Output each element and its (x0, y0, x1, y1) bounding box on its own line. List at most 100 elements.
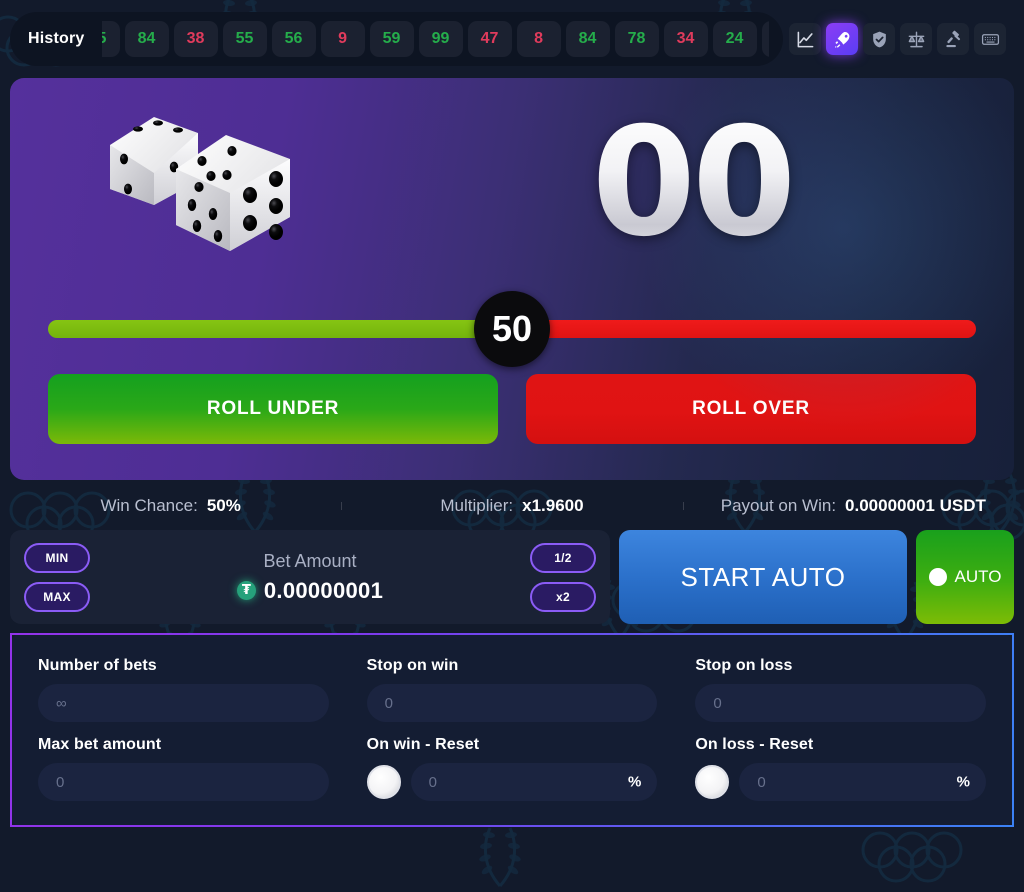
bet-max-button[interactable]: MAX (24, 581, 90, 612)
field-stop-on-win: Stop on win (366, 657, 658, 722)
field-max-bet-amount: Max bet amount (38, 736, 329, 801)
on-win-percent-wrap: % (410, 763, 658, 801)
panel-top-row: 00 (10, 78, 1014, 288)
scales-icon-button[interactable] (900, 23, 932, 55)
stat-payout-on-win: Payout on Win: 0.00000001 USDT (682, 496, 1024, 516)
field-on-win-reset: On win - Reset % (366, 736, 658, 801)
bet-amount-center: Bet Amount ₮ 0.00000001 (100, 551, 520, 604)
history-chip: 9 (320, 21, 365, 57)
history-chip: 8 (516, 21, 561, 57)
history-chip: 75 (101, 21, 120, 57)
history-chip: 38 (173, 21, 218, 57)
auto-toggle-button[interactable]: AUTO (916, 530, 1014, 624)
keyboard-icon (981, 33, 999, 45)
field-label: On win - Reset (366, 736, 480, 753)
bet-multiplier-group: 1/2 x2 (530, 542, 596, 612)
stats-bar: Win Chance: 50% Multiplier: x1.9600 Payo… (0, 482, 1024, 530)
autobet-settings-panel: Number of bets Stop on win Stop on loss … (10, 633, 1014, 827)
history-chip: 24 (712, 21, 757, 57)
bet-row: MIN MAX Bet Amount ₮ 0.00000001 1/2 x2 S… (0, 530, 1024, 624)
on-loss-percent-input[interactable] (739, 763, 986, 801)
field-label: On loss - Reset (695, 736, 814, 753)
on-win-percent-sign: % (627, 773, 642, 791)
on-loss-reset-toggle[interactable] (695, 765, 730, 799)
gavel-icon (945, 30, 960, 47)
field-number-of-bets: Number of bets (38, 657, 329, 722)
gavel-icon-button[interactable] (937, 23, 969, 55)
history-bar[interactable]: History 7584385556959994788478342463 (10, 12, 783, 66)
history-chip: 84 (565, 21, 610, 57)
game-panel: 00 50 ROLL UNDER ROLL OVER (10, 78, 1014, 480)
bet-amount-value[interactable]: 0.00000001 (264, 578, 383, 604)
history-chip: 84 (124, 21, 169, 57)
history-chip: 56 (271, 21, 316, 57)
bet-min-max-group: MIN MAX (24, 542, 90, 612)
field-on-loss-reset: On loss - Reset % (695, 736, 986, 801)
roll-under-button[interactable]: ROLL UNDER (48, 374, 498, 444)
on-loss-percent-sign: % (956, 773, 970, 791)
slider-knob[interactable]: 50 (474, 291, 550, 367)
field-label: Stop on loss (695, 657, 793, 674)
stat-label: Payout on Win: (720, 496, 837, 515)
slider-track[interactable]: 50 (48, 291, 976, 367)
shield-check-icon-button[interactable] (863, 23, 895, 55)
history-chip: 47 (467, 21, 512, 57)
stop-on-win-input[interactable] (366, 684, 658, 722)
stat-multiplier: Multiplier: x1.9600 (341, 496, 682, 516)
roll-over-button[interactable]: ROLL OVER (526, 374, 976, 444)
auto-label: AUTO (954, 567, 1002, 586)
shield-check-icon (872, 31, 886, 47)
rocket-icon (834, 31, 849, 48)
stat-value: x1.9600 (522, 496, 584, 515)
history-chip-list: 7584385556959994788478342463 (101, 21, 769, 57)
bet-half-button[interactable]: 1/2 (530, 542, 596, 573)
result-display: 00 (400, 108, 984, 258)
on-win-percent-input[interactable] (410, 763, 658, 801)
slider-value: 50 (491, 308, 533, 349)
max-bet-amount-input[interactable] (38, 763, 329, 801)
on-loss-percent-wrap: % (739, 763, 986, 801)
bet-amount-label: Bet Amount (263, 550, 357, 571)
chart-line-icon-button[interactable] (789, 23, 821, 55)
autobet-grid: Number of bets Stop on win Stop on loss … (38, 657, 986, 801)
bet-double-button[interactable]: x2 (530, 581, 596, 612)
history-chip: 63 (761, 21, 769, 57)
history-chip: 55 (222, 21, 267, 57)
field-label: Max bet amount (38, 736, 162, 753)
slider-left-green (48, 320, 512, 338)
header-bar: History 7584385556959994788478342463 (0, 0, 1024, 78)
usdt-coin-icon: ₮ (236, 581, 256, 600)
on-win-reset-toggle[interactable] (366, 765, 401, 799)
keyboard-icon-button[interactable] (974, 23, 1006, 55)
stop-on-loss-input[interactable] (695, 684, 986, 722)
history-chip: 78 (614, 21, 659, 57)
history-chip: 34 (663, 21, 708, 57)
result-number: 00 (591, 96, 797, 270)
stat-win-chance: Win Chance: 50% (0, 496, 341, 516)
scales-icon (908, 31, 924, 47)
rocket-icon-button[interactable] (826, 23, 858, 55)
on-loss-row: % (695, 763, 986, 801)
stat-value: 50% (206, 496, 241, 515)
dice-illustration-wrap (40, 93, 400, 273)
roll-buttons-row: ROLL UNDER ROLL OVER (10, 374, 1014, 444)
stat-value: 0.00000001 USDT (845, 496, 986, 515)
stat-label: Win Chance: (100, 496, 198, 515)
start-auto-button[interactable]: START AUTO (619, 530, 907, 624)
history-label: History (28, 30, 85, 47)
slider-right-red (512, 320, 976, 338)
history-chip: 59 (369, 21, 414, 57)
bet-amount-value-row[interactable]: ₮ 0.00000001 (100, 578, 520, 604)
toolbar-icons (789, 23, 1014, 55)
field-label: Number of bets (38, 657, 157, 674)
history-chip: 99 (418, 21, 463, 57)
bet-amount-box: MIN MAX Bet Amount ₮ 0.00000001 1/2 x2 (10, 530, 610, 624)
chart-line-icon (797, 31, 813, 47)
stat-label: Multiplier: (440, 496, 514, 515)
bet-min-button[interactable]: MIN (24, 542, 90, 573)
field-label: Stop on win (366, 657, 459, 674)
on-win-row: % (366, 763, 658, 801)
roll-slider[interactable]: 50 (48, 288, 976, 370)
two-dice-icon (110, 117, 290, 251)
number-of-bets-input[interactable] (38, 684, 329, 722)
